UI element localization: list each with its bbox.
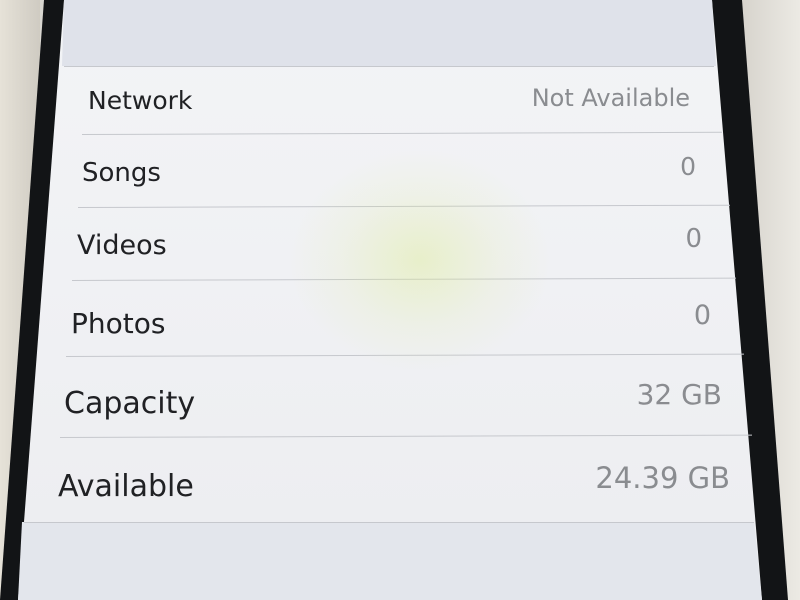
section-footer-band: [18, 522, 762, 600]
row-label: Songs: [82, 158, 161, 188]
row-label: Available: [58, 469, 194, 504]
row-value: 0: [685, 224, 702, 254]
row-value: 0: [680, 152, 696, 181]
row-separator: [24, 522, 754, 523]
row-value: 32 GB: [636, 378, 722, 411]
row-label: Network: [88, 86, 193, 115]
row-label: Videos: [77, 230, 167, 261]
row-value: Not Available: [531, 84, 690, 112]
row-label: Capacity: [64, 386, 196, 421]
row-label: Photos: [71, 307, 166, 340]
row-value: 0: [693, 300, 711, 331]
section-header-band: [62, 0, 716, 66]
row-separator: [64, 66, 714, 67]
row-value: 24.39 GB: [595, 461, 730, 495]
